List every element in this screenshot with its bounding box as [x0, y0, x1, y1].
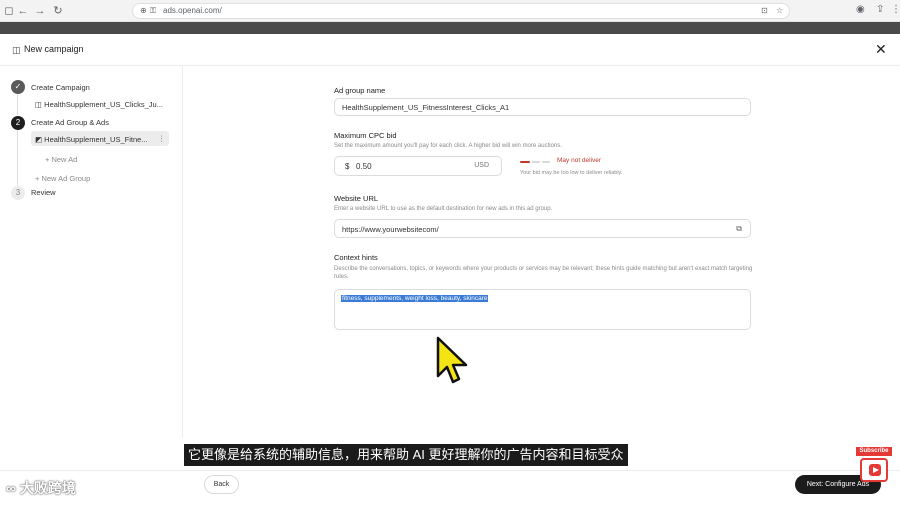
bid-meter-segment-low [520, 161, 530, 163]
ad-group-name-input[interactable]: HealthSupplement_US_FitnessInterest_Clic… [334, 98, 751, 116]
ad-group-name-value: HealthSupplement_US_FitnessInterest_Clic… [342, 103, 510, 112]
context-hints-value: fitness, supplements, weight loss, beaut… [341, 295, 489, 302]
translate-icon[interactable]: ◉ [856, 4, 865, 15]
sidebar-item-ad-group[interactable]: ◩ HealthSupplement_US_Fitne... [35, 135, 148, 144]
subscribe-badge[interactable]: Subscribe [856, 447, 892, 487]
dollar-sign: $ [345, 162, 350, 171]
new-ad-link[interactable]: + New Ad [45, 155, 77, 164]
website-url-help: Enter a website URL to use as the defaul… [334, 206, 553, 212]
max-cpc-input[interactable]: $ 0.50 USD [334, 156, 502, 176]
channel-logo: ∞ 大败跨境 [6, 480, 76, 496]
new-ad-group-link[interactable]: + New Ad Group [35, 174, 90, 183]
back-arrow-icon[interactable]: ← [16, 4, 30, 18]
step-2-label[interactable]: Create Ad Group & Ads [31, 118, 109, 127]
step-1-label[interactable]: Create Campaign [31, 83, 90, 92]
currency-label: USD [474, 162, 489, 169]
step-connector [17, 94, 18, 115]
browser-toolbar: ◻ ← → ↻ ⊕ ⚿ ads.openai.com/ ⊡ ☆ ◉ ⇪ ⋮ [0, 0, 900, 22]
campaign-icon: ◫ [35, 100, 45, 109]
external-link-icon[interactable]: ⧉ [736, 224, 742, 234]
video-subtitle: 它更像是给系统的辅助信息，用来帮助 AI 更好理解你的广告内容和目标受众 [184, 444, 628, 466]
back-button[interactable]: Back [204, 475, 239, 494]
footer-divider [0, 470, 900, 471]
context-hints-textarea[interactable]: fitness, supplements, weight loss, beaut… [334, 289, 751, 330]
bid-warning-title: May not deliver [557, 157, 602, 164]
bid-warning-text: Your bid may be too low to deliver relia… [520, 170, 623, 176]
reload-icon[interactable]: ↻ [51, 4, 65, 18]
bookmark-star-icon[interactable]: ☆ [776, 6, 783, 15]
logo-icon: ∞ [6, 480, 20, 496]
website-url-value: https://www.yourwebsitecom/ [342, 225, 439, 234]
youtube-play-icon [860, 458, 888, 482]
bid-meter-segment [542, 161, 550, 163]
menu-icon[interactable]: ⋮ [891, 4, 900, 15]
step-3-badge: 3 [11, 186, 25, 200]
max-cpc-value: 0.50 [356, 162, 372, 171]
share-icon[interactable]: ⇪ [876, 4, 884, 15]
context-hints-label: Context hints [334, 253, 378, 262]
step-connector [17, 130, 18, 186]
site-info-icon[interactable]: ⊕ [140, 6, 147, 15]
step-2-badge: 2 [11, 116, 25, 130]
close-icon[interactable]: ✕ [875, 41, 887, 58]
campaign-icon: ◫ [12, 45, 21, 55]
bid-meter-segment [532, 161, 540, 163]
more-options-icon[interactable]: ⋮ [158, 134, 166, 143]
app-header: ◫ New campaign ✕ [0, 34, 900, 66]
ad-group-icon: ◩ [35, 135, 45, 144]
subscribe-label: Subscribe [856, 447, 892, 456]
page-title: New campaign [24, 44, 84, 54]
lock-icon: ⚿ [150, 6, 157, 15]
address-bar[interactable]: ⊕ ⚿ ads.openai.com/ ⊡ ☆ [132, 3, 790, 19]
max-cpc-help: Set the maximum amount you'll pay for ea… [334, 143, 562, 149]
context-hints-help: Describe the conversations, topics, or k… [334, 266, 753, 280]
sidebar-item-campaign[interactable]: ◫ HealthSupplement_US_Clicks_Ju... [35, 100, 163, 109]
website-url-input[interactable]: https://www.yourwebsitecom/ ⧉ [334, 219, 751, 238]
forward-arrow-icon[interactable]: → [33, 4, 47, 18]
tab-icon[interactable]: ◻ [2, 4, 16, 18]
install-icon[interactable]: ⊡ [761, 6, 768, 15]
bookmark-strip [0, 22, 900, 34]
max-cpc-label: Maximum CPC bid [334, 131, 397, 140]
website-url-label: Website URL [334, 194, 379, 203]
mouse-cursor-icon [436, 336, 468, 384]
ad-group-name-label: Ad group name [334, 86, 386, 95]
step-3-label[interactable]: Review [31, 188, 56, 197]
step-1-check-icon: ✓ [11, 80, 25, 94]
url-text: ads.openai.com/ [163, 6, 222, 15]
